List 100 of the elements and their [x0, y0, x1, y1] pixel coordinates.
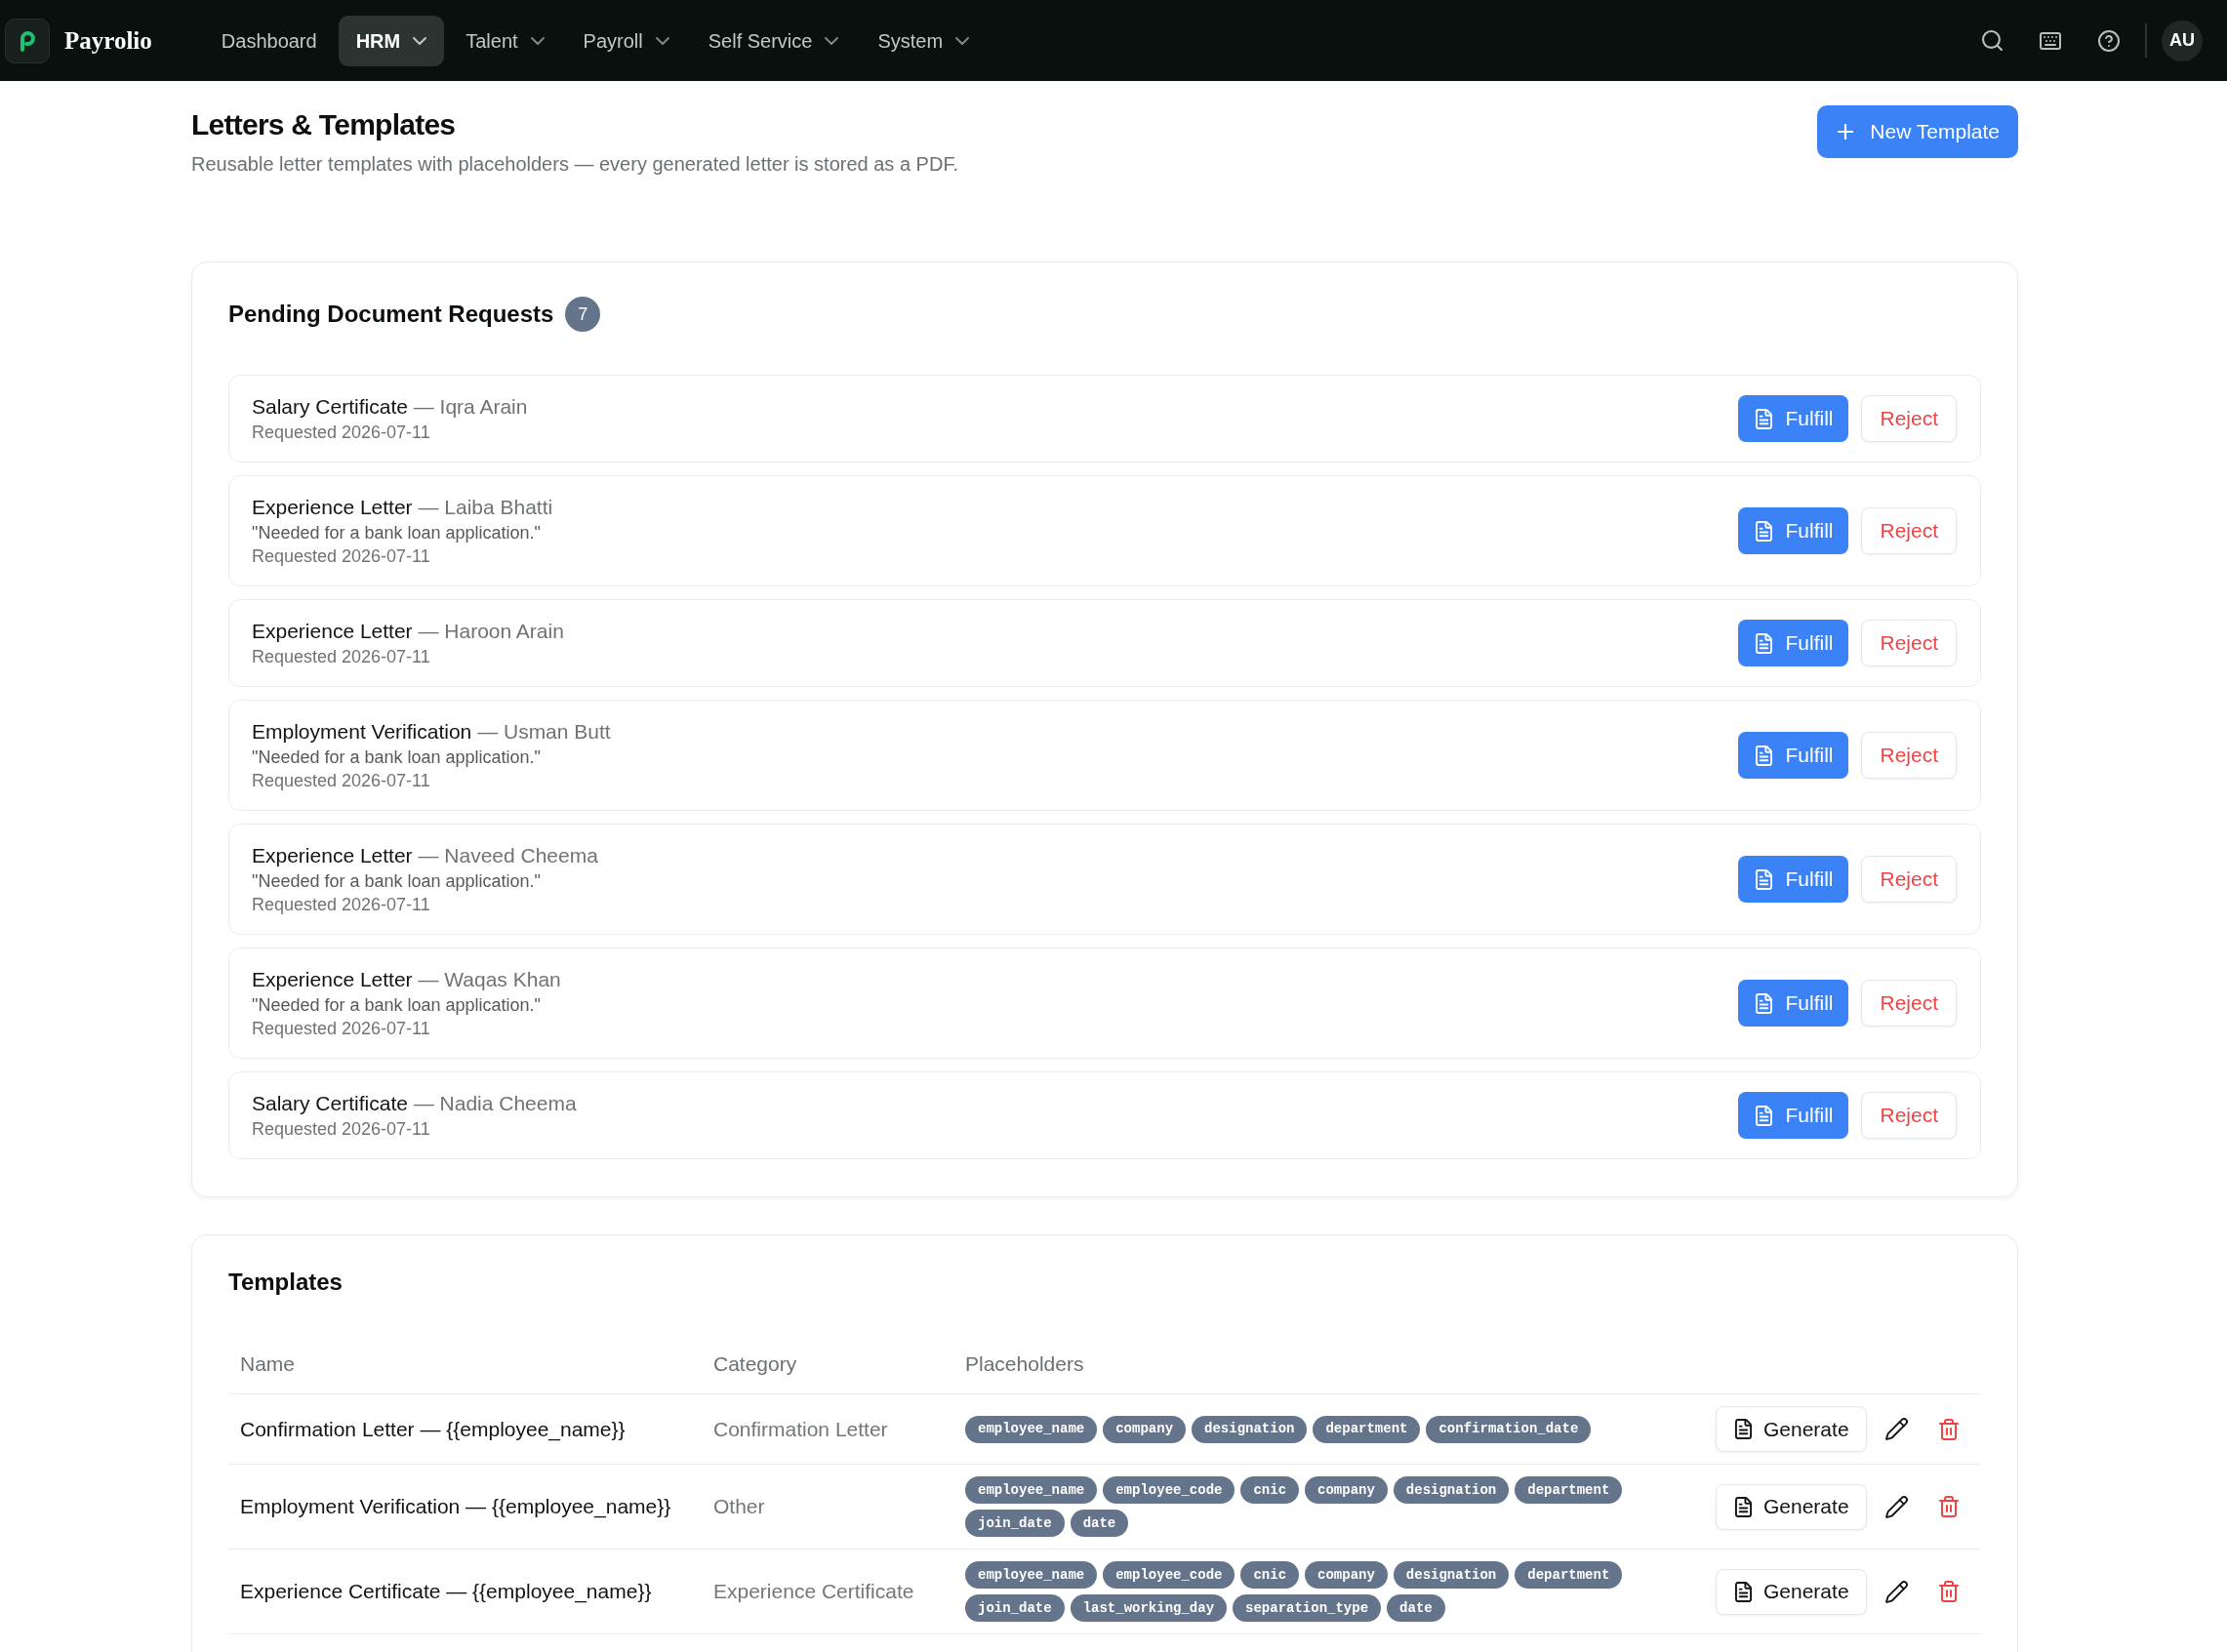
- keyboard-icon[interactable]: [2040, 31, 2061, 50]
- nav-item[interactable]: Dashboard: [203, 15, 335, 66]
- page-title: Letters & Templates: [191, 107, 457, 142]
- nav-item[interactable]: HRM: [338, 15, 445, 66]
- file-icon: [1756, 520, 1773, 542]
- chevron-down-icon: [955, 36, 970, 45]
- file-icon: [1735, 1419, 1752, 1439]
- nav-item[interactable]: Talent: [448, 15, 562, 66]
- section-title: Pending Document Requests: [228, 300, 554, 329]
- help-icon[interactable]: [2098, 29, 2120, 52]
- request-title: Salary Certificate — Iqra Arain: [252, 394, 528, 420]
- template-name-cell-text: Confirmation Letter — {{employee_name}}: [239, 1416, 627, 1443]
- placeholder-tag: cnic: [1240, 1476, 1300, 1504]
- placeholder-tag: employee_name: [965, 1476, 1098, 1504]
- request-date: Requested 2026-07-11: [252, 422, 431, 444]
- fulfill-button[interactable]: Fulfill: [1738, 507, 1849, 554]
- placeholder-tag: department: [1515, 1561, 1623, 1589]
- nav-item[interactable]: Self Service: [690, 15, 857, 66]
- template-name-cell-text: Experience Certificate — {{employee_name}}: [239, 1579, 653, 1605]
- file-icon: [1735, 1496, 1752, 1517]
- request-title: Experience Letter — Laiba Bhatti: [252, 495, 553, 520]
- fulfill-button[interactable]: Fulfill: [1738, 395, 1849, 442]
- template-name-cell-text: Employment Verification — {{employee_name}}: [239, 1494, 672, 1520]
- file-icon: [1756, 408, 1773, 429]
- request-title: Experience Letter — Waqas Khan: [252, 967, 561, 992]
- edit-icon[interactable]: [1884, 1418, 1908, 1440]
- placeholder-tag: separation_type: [1233, 1594, 1382, 1622]
- section-title: Templates: [228, 1268, 344, 1297]
- placeholder-tag: employee_name: [965, 1561, 1098, 1589]
- placeholder-tag: join_date: [965, 1510, 1065, 1537]
- chevron-down-icon: [413, 36, 427, 45]
- plus-icon: [1838, 124, 1854, 140]
- page-subtitle: Reusable letter templates with placeholders — every generated letter is stored as a PDF.: [191, 152, 958, 177]
- reject-button[interactable]: Reject: [1861, 980, 1957, 1027]
- placeholder-tag: last_working_day: [1070, 1594, 1228, 1622]
- placeholder-tag: join_date: [965, 1594, 1065, 1622]
- edit-icon[interactable]: [1884, 1495, 1908, 1518]
- reject-button[interactable]: Reject: [1861, 395, 1957, 442]
- search-icon[interactable]: [1981, 30, 2003, 51]
- placeholder-tag: cnic: [1240, 1561, 1300, 1589]
- request-title: Experience Letter — Haroon Arain: [252, 619, 564, 644]
- reject-button[interactable]: Reject: [1861, 856, 1957, 903]
- chevron-down-icon: [530, 36, 545, 45]
- fulfill-button[interactable]: Fulfill: [1738, 732, 1849, 779]
- chevron-down-icon: [655, 36, 669, 45]
- brand-name: Payrolio: [64, 25, 152, 56]
- nav-item[interactable]: System: [860, 15, 988, 66]
- file-icon: [1756, 745, 1773, 766]
- column-header: Category: [712, 1351, 798, 1377]
- user-avatar[interactable]: AU: [2162, 20, 2203, 61]
- reject-button[interactable]: Reject: [1861, 620, 1957, 666]
- request-date: Requested 2026-07-11: [252, 770, 431, 792]
- request-date: Requested 2026-07-11: [252, 1118, 431, 1141]
- generate-button[interactable]: Generate: [1716, 1568, 1867, 1615]
- file-icon: [1735, 1581, 1752, 1602]
- generate-button[interactable]: Generate: [1716, 1406, 1867, 1452]
- request-title: Salary Certificate — Nadia Cheema: [252, 1091, 577, 1116]
- request-note: "Needed for a bank loan application.": [252, 994, 542, 1017]
- request-date: Requested 2026-07-11: [252, 1018, 431, 1040]
- placeholder-tag: date: [1387, 1594, 1445, 1622]
- count-badge: 7: [565, 297, 601, 332]
- reject-button[interactable]: Reject: [1861, 507, 1957, 554]
- placeholder-tag: confirmation_date: [1426, 1415, 1592, 1443]
- request-date: Requested 2026-07-11: [252, 646, 431, 668]
- fulfill-button[interactable]: Fulfill: [1738, 1092, 1849, 1139]
- file-icon: [1756, 632, 1773, 654]
- request-note: "Needed for a bank loan application.": [252, 522, 542, 544]
- placeholder-tag: company: [1305, 1476, 1388, 1504]
- chevron-down-icon: [825, 36, 839, 45]
- fulfill-button[interactable]: Fulfill: [1738, 980, 1849, 1027]
- file-icon: [1756, 868, 1773, 890]
- request-title: Experience Letter — Naveed Cheema: [252, 843, 598, 868]
- generate-button[interactable]: Generate: [1716, 1483, 1867, 1530]
- column-header: Name: [239, 1351, 297, 1377]
- placeholder-tag: company: [1305, 1561, 1388, 1589]
- request-date: Requested 2026-07-11: [252, 894, 431, 916]
- edit-icon[interactable]: [1884, 1580, 1908, 1603]
- fulfill-button[interactable]: Fulfill: [1738, 856, 1849, 903]
- placeholder-tag: designation: [1192, 1415, 1308, 1443]
- placeholder-tag: employee_name: [965, 1415, 1098, 1443]
- reject-button[interactable]: Reject: [1861, 732, 1957, 779]
- placeholder-tag: employee_code: [1103, 1476, 1235, 1504]
- new-template-button[interactable]: New Template: [1817, 105, 2018, 158]
- placeholder-tag: department: [1515, 1476, 1623, 1504]
- request-note: "Needed for a bank loan application.": [252, 746, 542, 769]
- category-cell-text: Experience Certificate: [712, 1579, 915, 1604]
- logo-icon: [5, 18, 50, 63]
- delete-icon[interactable]: [1938, 1581, 1959, 1602]
- nav-item[interactable]: Payroll: [565, 15, 687, 66]
- reject-button[interactable]: Reject: [1861, 1092, 1957, 1139]
- placeholder-tag: date: [1070, 1510, 1129, 1537]
- placeholder-tag: company: [1103, 1415, 1187, 1443]
- delete-icon[interactable]: [1938, 1418, 1959, 1440]
- placeholder-tag: employee_code: [1103, 1561, 1235, 1589]
- delete-icon[interactable]: [1938, 1496, 1959, 1517]
- placeholder-tag: department: [1313, 1415, 1421, 1443]
- placeholder-tag: designation: [1393, 1476, 1510, 1504]
- file-icon: [1756, 992, 1773, 1014]
- fulfill-button[interactable]: Fulfill: [1738, 620, 1849, 666]
- placeholder-tag: designation: [1393, 1561, 1510, 1589]
